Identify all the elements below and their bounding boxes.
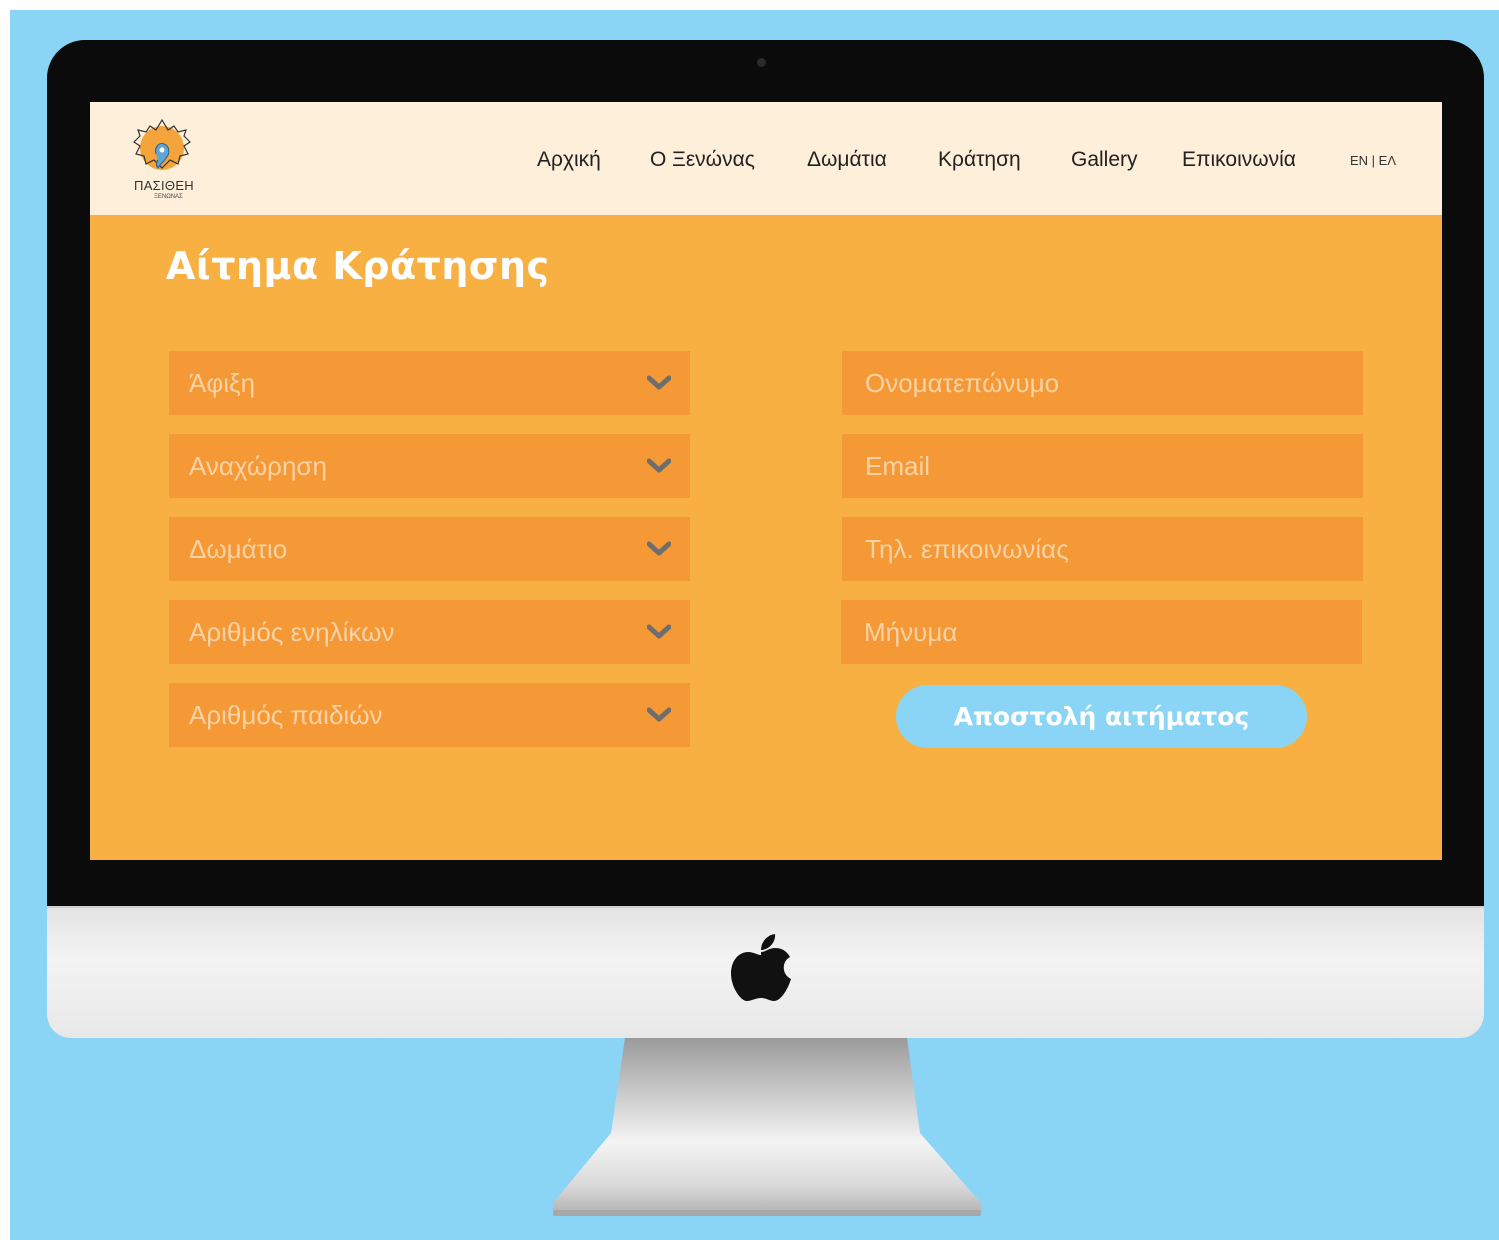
- phone-field[interactable]: Τηλ. επικοινωνίας: [842, 517, 1363, 581]
- room-label: Δωμάτιο: [189, 534, 288, 564]
- chevron-down-icon: [647, 624, 671, 639]
- website-screen: ΠΑΣΙΘΕΗ ΞΕΝΩΝΑΣ Αρχική Ο Ξενώνας Δωμάτια…: [90, 102, 1442, 860]
- departure-label: Αναχώρηση: [189, 451, 327, 481]
- form-title: Αίτημα Κράτησης: [166, 244, 550, 288]
- children-label: Αριθμός παιδιών: [189, 700, 383, 730]
- children-select[interactable]: Αριθμός παιδιών: [169, 683, 690, 747]
- email-placeholder: Email: [865, 451, 931, 481]
- arrival-label: Άφιξη: [189, 368, 256, 398]
- chevron-down-icon: [647, 707, 671, 722]
- nav-link-rooms[interactable]: Δωμάτια: [807, 148, 887, 172]
- chevron-down-icon: [647, 541, 671, 556]
- full-name-field[interactable]: Ονοματεπώνυμο: [842, 351, 1363, 415]
- message-placeholder: Μήνυμα: [864, 617, 958, 647]
- arrival-select[interactable]: Άφιξη: [169, 351, 690, 415]
- phone-placeholder: Τηλ. επικοινωνίας: [865, 534, 1069, 564]
- apple-logo-icon: [731, 934, 791, 1001]
- submit-button-label: Αποστολή αιτήματος: [953, 702, 1250, 731]
- message-field[interactable]: Μήνυμα: [841, 600, 1362, 664]
- email-field[interactable]: Email: [842, 434, 1363, 498]
- monitor-stand: [553, 1038, 981, 1216]
- full-name-placeholder: Ονοματεπώνυμο: [865, 368, 1060, 398]
- camera-dot: [757, 58, 766, 67]
- site-header: ΠΑΣΙΘΕΗ ΞΕΝΩΝΑΣ Αρχική Ο Ξενώνας Δωμάτια…: [90, 102, 1442, 215]
- room-select[interactable]: Δωμάτιο: [169, 517, 690, 581]
- brand-name: ΠΑΣΙΘΕΗ: [134, 178, 194, 193]
- nav-link-guesthouse[interactable]: Ο Ξενώνας: [650, 148, 755, 172]
- nav-link-home[interactable]: Αρχική: [537, 148, 601, 172]
- brand-subtitle: ΞΕΝΩΝΑΣ: [154, 194, 183, 200]
- adults-label: Αριθμός ενηλίκων: [189, 617, 395, 647]
- chevron-down-icon: [647, 458, 671, 473]
- submit-request-button[interactable]: Αποστολή αιτήματος: [896, 685, 1307, 748]
- language-switch[interactable]: EN | ΕΛ: [1350, 153, 1396, 168]
- chevron-down-icon: [647, 375, 671, 390]
- nav-link-contact[interactable]: Επικοινωνία: [1182, 148, 1296, 172]
- nav-link-gallery[interactable]: Gallery: [1071, 148, 1138, 172]
- adults-select[interactable]: Αριθμός ενηλίκων: [169, 600, 690, 664]
- nav-link-booking[interactable]: Κράτηση: [938, 148, 1021, 172]
- departure-select[interactable]: Αναχώρηση: [169, 434, 690, 498]
